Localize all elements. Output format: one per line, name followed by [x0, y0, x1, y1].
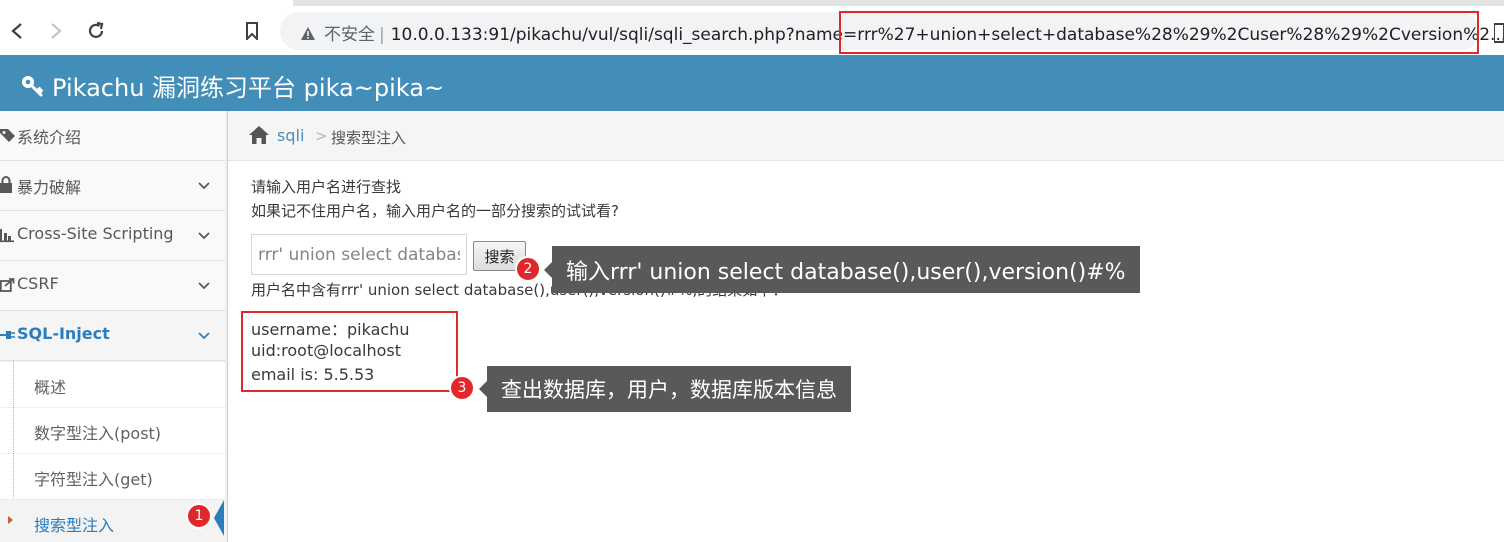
breadcrumb: sqli > 搜索型注入	[228, 111, 1504, 161]
submenu-item-numeric-post[interactable]: 数字型注入(post)	[0, 407, 225, 453]
sidebar-item-sql-inject[interactable]: SQL-Inject	[0, 311, 225, 361]
submenu-item-label: 数字型注入(post)	[34, 424, 162, 443]
app-header: Pikachu 漏洞练习平台 pika~pika~	[0, 55, 1504, 111]
bookmark-icon	[246, 22, 258, 40]
brand-title: Pikachu 漏洞练习平台 pika~pika~	[52, 74, 445, 102]
tab-strip	[293, 0, 1504, 6]
forward-button[interactable]	[45, 20, 67, 42]
sidebar-item-label: CSRF	[17, 274, 59, 293]
step-badge-1: 1	[186, 503, 212, 529]
url-divider: |	[379, 25, 385, 45]
sidebar-item-label: SQL-Inject	[17, 324, 110, 343]
sidebar-item-label: 暴力破解	[17, 178, 82, 197]
url-prefix: 10.0.0.133:91/pikachu/vul/sqli/sqli_sear…	[390, 25, 858, 45]
submenu-item-string-get[interactable]: 字符型注入(get)	[0, 453, 225, 499]
caret-right-icon	[8, 516, 13, 524]
brand[interactable]: Pikachu 漏洞练习平台 pika~pika~	[20, 68, 444, 103]
address-bar[interactable]: 不安全 | 10.0.0.133:91/pikachu/vul/sqli/sqli_…	[280, 12, 1504, 50]
breadcrumb-link-sqli[interactable]: sqli	[277, 126, 304, 145]
browser-menu-button[interactable]	[1493, 22, 1504, 44]
chevron-down-icon	[198, 232, 210, 240]
reload-icon	[88, 21, 104, 38]
chevron-down-icon	[198, 332, 210, 340]
sidebar-item-label: Cross-Site Scripting	[17, 224, 174, 243]
sidebar-item-brute-force[interactable]: 暴力破解	[0, 161, 225, 211]
forward-arrow-icon	[51, 23, 62, 39]
tags-icon	[0, 129, 15, 142]
chevron-down-icon	[198, 182, 210, 190]
back-button[interactable]	[6, 20, 28, 42]
bar-chart-icon	[0, 229, 14, 243]
bookmark-button[interactable]	[241, 20, 263, 42]
reload-button[interactable]	[85, 20, 107, 42]
sidebar-item-xss[interactable]: Cross-Site Scripting	[0, 211, 225, 261]
lock-icon	[0, 176, 12, 193]
back-arrow-icon	[11, 23, 22, 39]
home-icon[interactable]	[248, 125, 270, 145]
prompt-line-1: 请输入用户名进行查找	[251, 178, 402, 196]
prompt-line-2: 如果记不住用户名，输入用户名的一部分搜索的试试看?	[251, 202, 619, 220]
submenu-item-overview[interactable]: 概述	[0, 361, 225, 407]
callout-result-hint: 查出数据库，用户，数据库版本信息	[479, 366, 851, 412]
main-content: 请输入用户名进行查找 如果记不住用户名，输入用户名的一部分搜索的试试看? 搜索 …	[228, 161, 1504, 542]
sidebar-item-csrf[interactable]: CSRF	[0, 261, 225, 311]
active-item-indicator	[214, 500, 224, 536]
sidebar-item-label: 系统介绍	[17, 128, 82, 147]
sidebar: 系统介绍 暴力破解 Cross-Site Scripting CSRF SQL-…	[0, 111, 228, 542]
callout-input-text: 输入rrr' union select database(),user(),ve…	[566, 259, 1126, 285]
submenu-item-label: 概述	[34, 378, 67, 397]
callout-input-hint: 输入rrr' union select database(),user(),ve…	[544, 246, 1140, 293]
step-badge-2: 2	[515, 256, 541, 282]
chevron-down-icon	[198, 282, 210, 290]
submenu-item-label: 字符型注入(get)	[34, 470, 153, 489]
callout-result-text: 查出数据库，用户，数据库版本信息	[501, 378, 837, 402]
share-icon	[0, 278, 15, 292]
result-highlight-box	[241, 311, 458, 392]
search-input[interactable]	[251, 234, 467, 275]
key-icon	[22, 75, 43, 96]
address-text[interactable]: 不安全 | 10.0.0.133:91/pikachu/vul/sqli/sqli_…	[300, 20, 1504, 45]
breadcrumb-current: 搜索型注入	[331, 129, 407, 147]
menu-icon	[1493, 23, 1504, 43]
sidebar-item-intro[interactable]: 系统介绍	[0, 111, 225, 161]
submenu-item-label: 搜索型注入	[34, 516, 115, 535]
url-query: rrr%27+union+select+database%28%29%2Cuse…	[857, 25, 1504, 45]
warning-icon	[301, 27, 315, 40]
browser-toolbar: 不安全 | 10.0.0.133:91/pikachu/vul/sqli/sqli_…	[0, 0, 1504, 55]
insecure-label: 不安全	[324, 25, 375, 45]
step-badge-3: 3	[449, 375, 475, 401]
breadcrumb-separator: >	[315, 127, 328, 145]
plug-icon	[0, 331, 15, 339]
